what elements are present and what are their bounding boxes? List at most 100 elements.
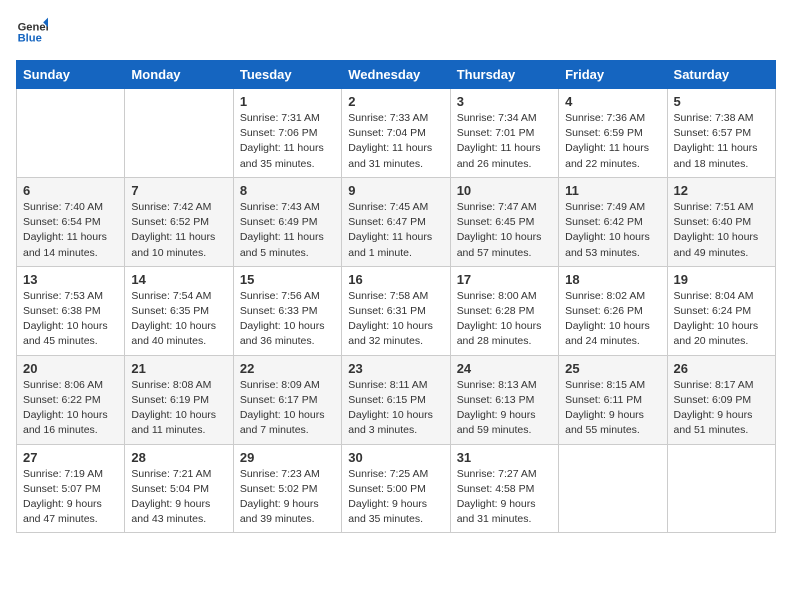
day-number: 8 [240, 183, 335, 198]
calendar-cell: 14 Sunrise: 7:54 AM Sunset: 6:35 PM Dayli… [125, 266, 233, 355]
calendar-cell: 22 Sunrise: 8:09 AM Sunset: 6:17 PM Dayli… [233, 355, 341, 444]
logo-icon: General Blue [16, 16, 48, 48]
day-info: Sunrise: 7:33 AM Sunset: 7:04 PM Dayligh… [348, 111, 443, 172]
day-info: Sunrise: 8:00 AM Sunset: 6:28 PM Dayligh… [457, 289, 552, 350]
day-info: Sunrise: 7:38 AM Sunset: 6:57 PM Dayligh… [674, 111, 769, 172]
weekday-header: Monday [125, 61, 233, 89]
day-number: 18 [565, 272, 660, 287]
calendar-cell: 9 Sunrise: 7:45 AM Sunset: 6:47 PM Daylig… [342, 177, 450, 266]
calendar-cell: 3 Sunrise: 7:34 AM Sunset: 7:01 PM Daylig… [450, 89, 558, 178]
weekday-header-row: SundayMondayTuesdayWednesdayThursdayFrid… [17, 61, 776, 89]
calendar-cell: 29 Sunrise: 7:23 AM Sunset: 5:02 PM Dayli… [233, 444, 341, 533]
calendar-cell: 23Sunrise: 8:11 AM Sunset: 6:15 PM Dayli… [342, 355, 450, 444]
day-number: 27 [23, 450, 118, 465]
day-number: 23 [348, 361, 443, 376]
day-number: 21 [131, 361, 226, 376]
calendar-week-row: 13Sunrise: 7:53 AM Sunset: 6:38 PM Dayli… [17, 266, 776, 355]
day-info: Sunrise: 8:04 AM Sunset: 6:24 PM Dayligh… [674, 289, 769, 350]
day-info: Sunrise: 7:53 AM Sunset: 6:38 PM Dayligh… [23, 289, 118, 350]
calendar-cell: 4 Sunrise: 7:36 AM Sunset: 6:59 PM Daylig… [559, 89, 667, 178]
day-info: Sunrise: 7:25 AM Sunset: 5:00 PM Dayligh… [348, 467, 443, 528]
day-number: 29 [240, 450, 335, 465]
day-number: 12 [674, 183, 769, 198]
day-info: Sunrise: 7:43 AM Sunset: 6:49 PM Dayligh… [240, 200, 335, 261]
weekday-header: Tuesday [233, 61, 341, 89]
day-info: Sunrise: 8:13 AM Sunset: 6:13 PM Dayligh… [457, 378, 552, 439]
day-number: 4 [565, 94, 660, 109]
calendar-cell: 5Sunrise: 7:38 AM Sunset: 6:57 PM Daylig… [667, 89, 775, 178]
calendar-cell: 7 Sunrise: 7:42 AM Sunset: 6:52 PM Daylig… [125, 177, 233, 266]
weekday-header: Friday [559, 61, 667, 89]
day-number: 9 [348, 183, 443, 198]
day-info: Sunrise: 7:56 AM Sunset: 6:33 PM Dayligh… [240, 289, 335, 350]
calendar-cell [667, 444, 775, 533]
day-info: Sunrise: 8:06 AM Sunset: 6:22 PM Dayligh… [23, 378, 118, 439]
day-info: Sunrise: 7:21 AM Sunset: 5:04 PM Dayligh… [131, 467, 226, 528]
day-number: 1 [240, 94, 335, 109]
weekday-header: Thursday [450, 61, 558, 89]
calendar-cell: 1 Sunrise: 7:31 AM Sunset: 7:06 PM Daylig… [233, 89, 341, 178]
day-info: Sunrise: 7:19 AM Sunset: 5:07 PM Dayligh… [23, 467, 118, 528]
day-info: Sunrise: 8:08 AM Sunset: 6:19 PM Dayligh… [131, 378, 226, 439]
day-info: Sunrise: 8:15 AM Sunset: 6:11 PM Dayligh… [565, 378, 660, 439]
day-info: Sunrise: 7:51 AM Sunset: 6:40 PM Dayligh… [674, 200, 769, 261]
calendar-cell: 15 Sunrise: 7:56 AM Sunset: 6:33 PM Dayli… [233, 266, 341, 355]
weekday-header: Saturday [667, 61, 775, 89]
day-number: 3 [457, 94, 552, 109]
calendar-cell: 31Sunrise: 7:27 AM Sunset: 4:58 PM Dayli… [450, 444, 558, 533]
calendar-week-row: 27 Sunrise: 7:19 AM Sunset: 5:07 PM Dayli… [17, 444, 776, 533]
day-number: 2 [348, 94, 443, 109]
weekday-header: Wednesday [342, 61, 450, 89]
day-number: 26 [674, 361, 769, 376]
day-info: Sunrise: 7:34 AM Sunset: 7:01 PM Dayligh… [457, 111, 552, 172]
weekday-header: Sunday [17, 61, 125, 89]
page-header: General Blue [16, 16, 776, 48]
day-number: 11 [565, 183, 660, 198]
day-info: Sunrise: 7:45 AM Sunset: 6:47 PM Dayligh… [348, 200, 443, 261]
calendar-cell: 13Sunrise: 7:53 AM Sunset: 6:38 PM Dayli… [17, 266, 125, 355]
svg-text:General: General [18, 21, 48, 33]
calendar-cell: 17Sunrise: 8:00 AM Sunset: 6:28 PM Dayli… [450, 266, 558, 355]
day-info: Sunrise: 7:23 AM Sunset: 5:02 PM Dayligh… [240, 467, 335, 528]
day-number: 20 [23, 361, 118, 376]
day-number: 22 [240, 361, 335, 376]
calendar-cell: 6 Sunrise: 7:40 AM Sunset: 6:54 PM Daylig… [17, 177, 125, 266]
calendar-cell: 21 Sunrise: 8:08 AM Sunset: 6:19 PM Dayli… [125, 355, 233, 444]
logo: General Blue [16, 16, 48, 48]
calendar-cell: 16 Sunrise: 7:58 AM Sunset: 6:31 PM Dayli… [342, 266, 450, 355]
day-info: Sunrise: 7:54 AM Sunset: 6:35 PM Dayligh… [131, 289, 226, 350]
calendar-cell: 2 Sunrise: 7:33 AM Sunset: 7:04 PM Daylig… [342, 89, 450, 178]
day-info: Sunrise: 7:49 AM Sunset: 6:42 PM Dayligh… [565, 200, 660, 261]
calendar-cell: 24 Sunrise: 8:13 AM Sunset: 6:13 PM Dayli… [450, 355, 558, 444]
day-info: Sunrise: 7:40 AM Sunset: 6:54 PM Dayligh… [23, 200, 118, 261]
day-info: Sunrise: 8:09 AM Sunset: 6:17 PM Dayligh… [240, 378, 335, 439]
calendar-cell: 18Sunrise: 8:02 AM Sunset: 6:26 PM Dayli… [559, 266, 667, 355]
day-number: 19 [674, 272, 769, 287]
day-number: 16 [348, 272, 443, 287]
calendar-cell: 28Sunrise: 7:21 AM Sunset: 5:04 PM Dayli… [125, 444, 233, 533]
svg-text:Blue: Blue [18, 33, 42, 45]
calendar-cell: 8 Sunrise: 7:43 AM Sunset: 6:49 PM Daylig… [233, 177, 341, 266]
day-info: Sunrise: 8:17 AM Sunset: 6:09 PM Dayligh… [674, 378, 769, 439]
day-number: 14 [131, 272, 226, 287]
day-number: 6 [23, 183, 118, 198]
day-number: 15 [240, 272, 335, 287]
day-number: 30 [348, 450, 443, 465]
calendar-cell: 30 Sunrise: 7:25 AM Sunset: 5:00 PM Dayli… [342, 444, 450, 533]
calendar-cell: 20 Sunrise: 8:06 AM Sunset: 6:22 PM Dayli… [17, 355, 125, 444]
calendar-cell: 19 Sunrise: 8:04 AM Sunset: 6:24 PM Dayli… [667, 266, 775, 355]
day-info: Sunrise: 7:36 AM Sunset: 6:59 PM Dayligh… [565, 111, 660, 172]
calendar-week-row: 20 Sunrise: 8:06 AM Sunset: 6:22 PM Dayli… [17, 355, 776, 444]
day-info: Sunrise: 7:42 AM Sunset: 6:52 PM Dayligh… [131, 200, 226, 261]
day-info: Sunrise: 7:31 AM Sunset: 7:06 PM Dayligh… [240, 111, 335, 172]
day-info: Sunrise: 7:58 AM Sunset: 6:31 PM Dayligh… [348, 289, 443, 350]
calendar-table: SundayMondayTuesdayWednesdayThursdayFrid… [16, 60, 776, 533]
calendar-cell: 27 Sunrise: 7:19 AM Sunset: 5:07 PM Dayli… [17, 444, 125, 533]
calendar-cell [17, 89, 125, 178]
calendar-cell: 26 Sunrise: 8:17 AM Sunset: 6:09 PM Dayli… [667, 355, 775, 444]
day-number: 10 [457, 183, 552, 198]
calendar-week-row: 6 Sunrise: 7:40 AM Sunset: 6:54 PM Daylig… [17, 177, 776, 266]
day-number: 7 [131, 183, 226, 198]
day-number: 24 [457, 361, 552, 376]
calendar-cell: 12 Sunrise: 7:51 AM Sunset: 6:40 PM Dayli… [667, 177, 775, 266]
